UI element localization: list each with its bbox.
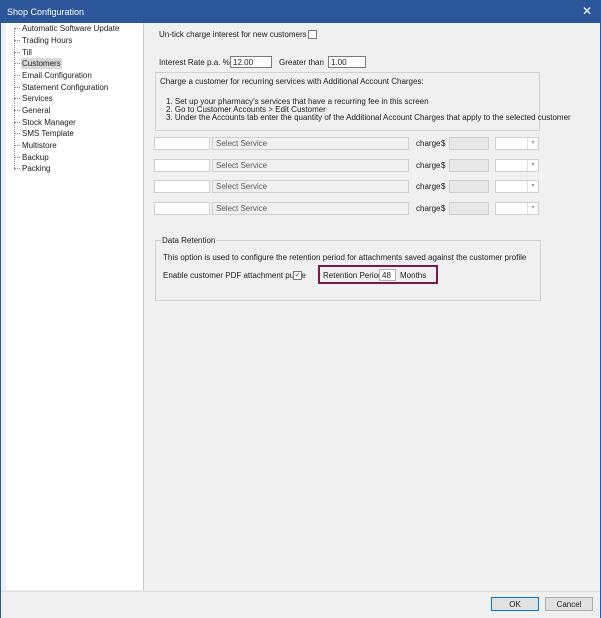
data-retention-group: Data Retention This option is used to co…: [155, 236, 541, 301]
retention-unit-label: Months: [400, 271, 427, 280]
shop-configuration-window: Shop Configuration ✕ Automatic Software …: [0, 0, 601, 618]
select-service-dropdown[interactable]: Select Service: [212, 159, 409, 172]
settings-tree: Automatic Software Update Trading Hours …: [6, 23, 144, 590]
charge-frequency-select[interactable]: ▾: [495, 159, 539, 172]
charge-label: charge: [416, 161, 441, 170]
untick-interest-label: Un-tick charge interest for new customer…: [159, 30, 307, 39]
additional-charges-info-box: Charge a customer for recurring services…: [155, 72, 571, 131]
tree-item-label: Customers: [21, 58, 62, 69]
title-bar: Shop Configuration ✕: [1, 1, 600, 23]
tree-item-label: General: [22, 106, 51, 115]
charge-amount-input[interactable]: [449, 137, 489, 150]
currency-label: $: [441, 139, 446, 148]
cancel-button[interactable]: Cancel: [545, 597, 593, 611]
tree-item-label: Services: [22, 94, 53, 103]
chevron-down-icon: ▾: [527, 181, 538, 192]
tree-item-label: Packing: [22, 164, 51, 173]
currency-label: $: [441, 204, 446, 213]
service-quantity-input[interactable]: [154, 159, 210, 172]
greater-than-input[interactable]: 1.00: [328, 56, 366, 68]
tree-item-label: Trading Hours: [22, 36, 73, 45]
resize-grip-icon[interactable]: ⋰: [591, 608, 598, 616]
additional-charges-step-3: 3. Under the Accounts tab enter the quan…: [166, 113, 571, 122]
untick-interest-checkbox[interactable]: [308, 30, 317, 39]
charge-amount-input[interactable]: [449, 180, 489, 193]
charge-label: charge: [416, 182, 441, 191]
charge-label: charge: [416, 204, 441, 213]
window-title: Shop Configuration: [7, 7, 85, 17]
tree-item-label: SMS Template: [22, 129, 74, 138]
tree-item-label: Statement Configuration: [22, 83, 109, 92]
chevron-down-icon: ▾: [527, 203, 538, 214]
retention-period-highlight: Retention Period 48 Months: [318, 265, 438, 284]
tree-item-label: Multistore: [22, 141, 57, 150]
tree-item-label: Stock Manager: [22, 118, 76, 127]
currency-label: $: [441, 182, 446, 191]
service-quantity-input[interactable]: [154, 137, 210, 150]
tree-item-label: Till: [22, 48, 32, 57]
charge-frequency-select[interactable]: ▾: [495, 137, 539, 150]
tree-item-label: Email Configuration: [22, 71, 92, 80]
retention-period-label: Retention Period: [323, 271, 383, 280]
greater-than-label: Greater than: [279, 58, 324, 67]
currency-label: $: [441, 161, 446, 170]
charge-frequency-select[interactable]: ▾: [495, 202, 539, 215]
pdf-purge-label: Enable customer PDF attachment purge: [163, 271, 306, 280]
customers-settings-panel: Un-tick charge interest for new customer…: [144, 23, 599, 590]
charge-amount-input[interactable]: [449, 202, 489, 215]
service-quantity-input[interactable]: [154, 202, 210, 215]
close-icon[interactable]: ✕: [582, 4, 592, 18]
interest-rate-label: Interest Rate p.a. %: [159, 58, 230, 67]
data-retention-title: Data Retention: [161, 236, 217, 245]
select-service-dropdown[interactable]: Select Service: [212, 180, 409, 193]
service-quantity-input[interactable]: [154, 180, 210, 193]
dialog-footer: OK Cancel ⋰: [1, 591, 600, 618]
ok-button[interactable]: OK: [491, 597, 539, 611]
tree-item-label: Backup: [22, 153, 49, 162]
retention-period-input[interactable]: 48: [379, 269, 396, 281]
charge-amount-input[interactable]: [449, 159, 489, 172]
select-service-dropdown[interactable]: Select Service: [212, 202, 409, 215]
tree-connector-line: [14, 29, 15, 170]
chevron-down-icon: ▾: [527, 160, 538, 171]
chevron-down-icon: ▾: [527, 138, 538, 149]
interest-rate-input[interactable]: 12.00: [230, 56, 272, 68]
pdf-purge-checkbox[interactable]: ✓: [293, 271, 302, 280]
additional-charges-heading: Charge a customer for recurring services…: [160, 77, 424, 86]
charge-frequency-select[interactable]: ▾: [495, 180, 539, 193]
select-service-dropdown[interactable]: Select Service: [212, 137, 409, 150]
data-retention-description: This option is used to configure the ret…: [163, 253, 527, 262]
tree-item-label: Automatic Software Update: [22, 24, 120, 33]
charge-label: charge: [416, 139, 441, 148]
